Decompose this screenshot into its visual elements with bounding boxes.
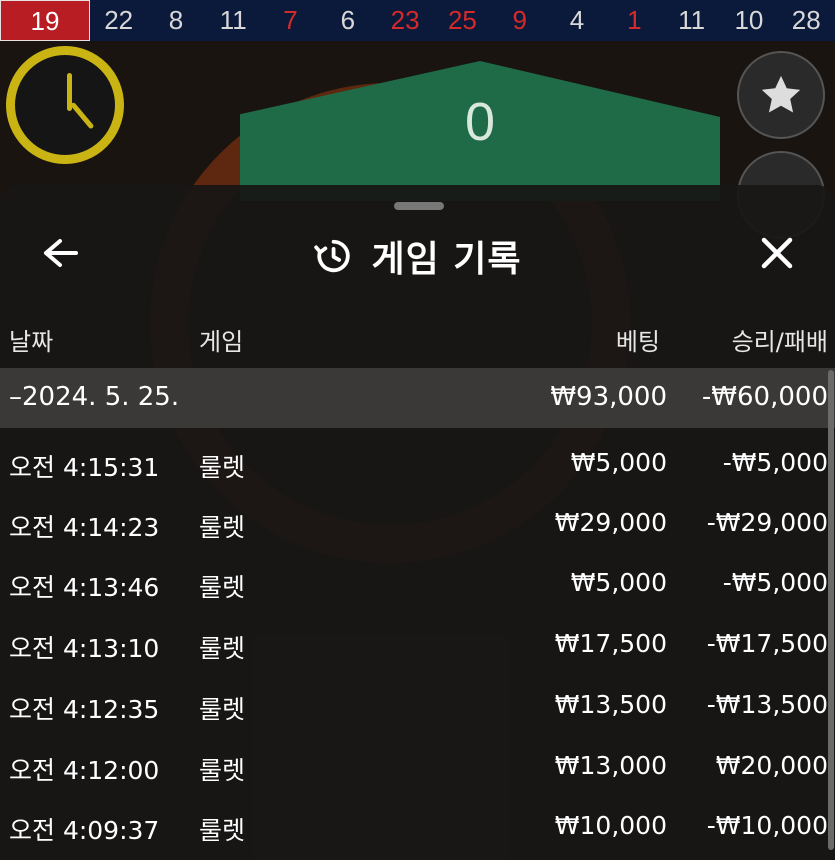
group-winloss-total: -₩60,000 [701, 382, 828, 412]
result-item: 6 [340, 5, 356, 35]
row-time: 오전 4:12:00 [9, 756, 160, 785]
row-time: 오전 4:13:46 [9, 573, 160, 602]
table-header: 날짜 게임 베팅 승리/패배 [0, 322, 835, 356]
row-game: 룰렛 [199, 634, 246, 663]
table-row[interactable]: 오전 4:13:10 룰렛 ₩17,500 -₩17,500 [0, 615, 835, 675]
title-text: 게임 기록 [371, 239, 522, 280]
row-bet: ₩5,000 [570, 568, 667, 597]
zero-pocket-banner: 0 [240, 61, 720, 201]
row-time: 오전 4:14:23 [9, 513, 160, 542]
table-row[interactable]: 오전 4:14:23 룰렛 ₩29,000 -₩29,000 [0, 494, 835, 554]
table-row[interactable]: 오전 4:12:00 룰렛 ₩13,000 ₩20,000 [0, 737, 835, 797]
col-game: 게임 [199, 328, 244, 356]
row-time: 오전 4:15:31 [9, 453, 160, 482]
drag-handle[interactable] [394, 202, 444, 210]
row-game: 룰렛 [199, 695, 246, 724]
row-winloss: -₩29,000 [706, 508, 828, 537]
result-item: 11 [678, 5, 706, 35]
row-bet: ₩13,000 [554, 751, 667, 780]
row-time: 오전 4:13:10 [9, 634, 160, 663]
table-row[interactable]: 오전 4:15:31 룰렛 ₩5,000 -₩5,000 [0, 434, 835, 494]
row-winloss: -₩17,500 [706, 629, 828, 658]
row-bet: ₩5,000 [570, 448, 667, 477]
favorite-button[interactable] [737, 51, 825, 139]
result-current: 19 [0, 0, 90, 41]
result-item: 7 [283, 5, 298, 35]
close-button[interactable] [754, 231, 800, 275]
result-item: 25 [447, 5, 477, 35]
close-icon [761, 237, 793, 269]
row-bet: ₩10,000 [554, 811, 667, 840]
row-time: 오전 4:09:37 [9, 816, 160, 845]
row-winloss: -₩5,000 [722, 568, 828, 597]
row-winloss: ₩20,000 [715, 751, 828, 780]
row-bet: ₩29,000 [554, 508, 667, 537]
recent-results-strip: 19 22 8 11 7 6 23 25 9 4 1 11 10 28 [0, 0, 835, 41]
table-row[interactable]: 오전 4:09:37 룰렛 ₩10,000 -₩10,000 [0, 797, 835, 857]
result-item: 11 [219, 5, 247, 35]
history-icon [314, 239, 351, 273]
table-row[interactable]: 오전 4:13:46 룰렛 ₩5,000 -₩5,000 [0, 554, 835, 614]
panel-title: 게임 기록 [0, 230, 835, 282]
col-bet: 베팅 [615, 328, 660, 356]
table-row[interactable]: 오전 4:12:35 룰렛 ₩13,500 -₩13,500 [0, 676, 835, 736]
result-item: 4 [569, 5, 585, 35]
game-history-panel: 게임 기록 날짜 게임 베팅 승리/패배 –2024. 5. 25. ₩93,0… [0, 185, 835, 860]
result-item: 1 [627, 5, 642, 35]
row-game: 룰렛 [199, 573, 246, 602]
result-item: 28 [791, 5, 821, 35]
row-bet: ₩17,500 [554, 629, 667, 658]
result-item: 8 [168, 5, 184, 35]
row-game: 룰렛 [199, 453, 246, 482]
star-icon [761, 75, 801, 113]
col-date: 날짜 [9, 328, 54, 356]
row-game: 룰렛 [199, 513, 246, 542]
group-date: –2024. 5. 25. [9, 382, 180, 412]
result-item: 22 [104, 5, 134, 35]
result-item: 23 [390, 5, 420, 35]
clock-icon [6, 46, 124, 164]
zero-label: 0 [464, 92, 496, 152]
result-item: 10 [734, 5, 764, 35]
row-game: 룰렛 [199, 756, 246, 785]
group-bet-total: ₩93,000 [550, 382, 667, 412]
row-time: 오전 4:12:35 [9, 695, 160, 724]
row-winloss: -₩10,000 [706, 811, 828, 840]
row-winloss: -₩13,500 [706, 690, 828, 719]
date-group-row[interactable]: –2024. 5. 25. ₩93,000 -₩60,000 [0, 368, 835, 428]
row-game: 룰렛 [199, 816, 246, 845]
col-winloss: 승리/패배 [731, 328, 828, 356]
row-winloss: -₩5,000 [722, 448, 828, 477]
result-item: 9 [512, 5, 527, 35]
row-bet: ₩13,500 [554, 690, 667, 719]
scrollbar[interactable] [828, 370, 834, 850]
